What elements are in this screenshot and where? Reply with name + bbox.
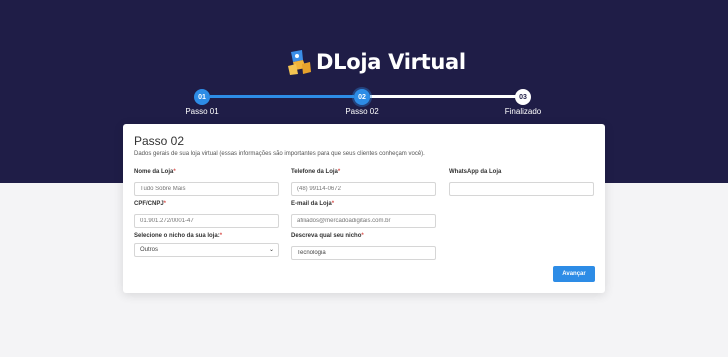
next-button[interactable]: Avançar [553, 266, 595, 282]
brand-logo: DLoja Virtual [286, 47, 466, 77]
dloja-logo-icon [286, 48, 312, 76]
niche-description-label: Descreva qual seu nicho [291, 233, 362, 239]
document-field: CPF/CNPJ* [134, 200, 279, 228]
required-marker: * [337, 169, 341, 175]
form-title: Passo 02 [134, 134, 185, 148]
step-3-circle[interactable]: 03 [515, 89, 531, 105]
whatsapp-field: WhatsApp da Loja [449, 168, 594, 196]
step-2-circle[interactable]: 02 [354, 89, 370, 105]
whatsapp-label: WhatsApp da Loja [449, 169, 502, 175]
store-form-card: Passo 02 Dados gerais de sua loja virtua… [123, 124, 605, 293]
chevron-down-icon: ⌄ [268, 247, 274, 253]
required-marker: * [173, 169, 176, 175]
brand-name: DLoja Virtual [316, 50, 466, 74]
step-1-circle[interactable]: 01 [194, 89, 210, 105]
stepper-line-completed [210, 95, 354, 98]
niche-select-field: Selecione o nicho da sua loja:* Outros ⌄ [134, 232, 279, 257]
niche-selected-value: Outros [140, 247, 159, 253]
phone-field: Telefone da Loja* [291, 168, 436, 196]
store-name-field: Nome da Loja* [134, 168, 279, 196]
step-3-label: Finalizado [504, 107, 542, 116]
document-input[interactable] [134, 214, 279, 228]
niche-select-label: Selecione o nicho da sua loja: [134, 233, 220, 239]
email-label: E-mail da Loja [291, 201, 332, 207]
document-label: CPF/CNPJ [134, 201, 164, 207]
store-name-label: Nome da Loja [134, 169, 174, 175]
email-input[interactable] [291, 214, 436, 228]
progress-stepper: 01 Passo 01 02 Passo 02 03 Finalizado [0, 88, 728, 118]
niche-description-field: Descreva qual seu nicho* [291, 232, 436, 260]
step-1-label: Passo 01 [185, 107, 219, 116]
required-marker: * [361, 233, 364, 239]
required-marker: * [331, 201, 335, 207]
step-2-label: Passo 02 [345, 107, 379, 116]
niche-description-input[interactable] [291, 246, 436, 260]
email-field: E-mail da Loja* [291, 200, 436, 228]
niche-select[interactable]: Outros ⌄ [134, 243, 279, 257]
store-name-input[interactable] [134, 182, 279, 196]
phone-input[interactable] [291, 182, 436, 196]
phone-label: Telefone da Loja [291, 169, 338, 175]
whatsapp-input[interactable] [449, 182, 594, 196]
form-subtitle: Dados gerais de sua loja virtual (essas … [134, 151, 425, 157]
required-marker: * [219, 233, 223, 239]
stepper-line-pending [370, 95, 516, 98]
required-marker: * [163, 201, 167, 207]
